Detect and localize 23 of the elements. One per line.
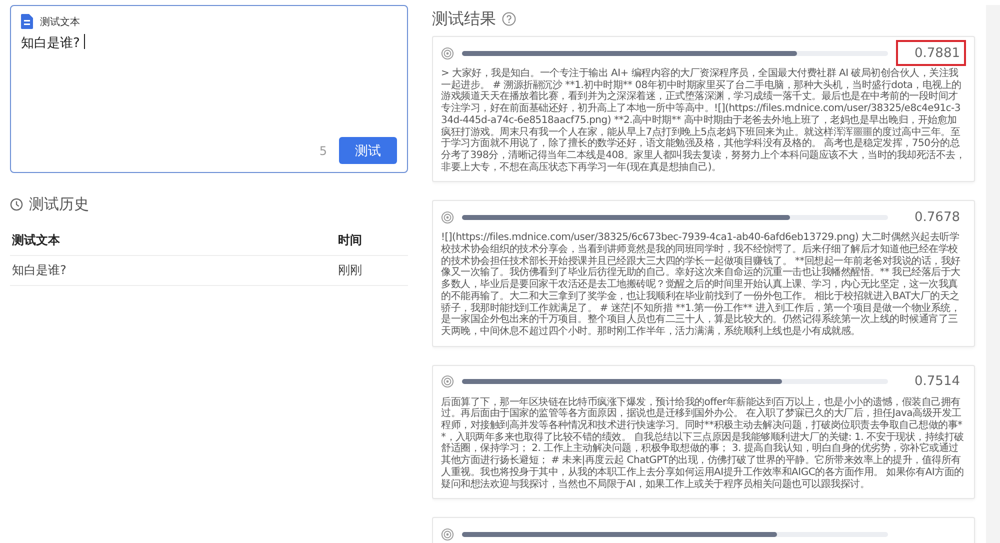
character-count: 5 — [319, 144, 327, 158]
history-title: 测试历史 — [29, 195, 89, 214]
result-text: > 大家好，我是知白。一个专注于输出 AI+ 编程内容的大厂资深程序员，全国最大付费社群 AI 破局初创合伙人，关注我一起进步。 # 溯源折翮沉沙 **1.初中时期** 08年初中时期家里买了台二手电脑，那种大头机，当时盛行dota，电视上的游戏频道天天在播放着比赛，看到并为之深深着迷，正式堕落深渊，学习成绩一落千丈。最后也是在中考前的一段时间才专注学习，好在前面基础还好，初升高上了本地一所中等高中。![](https://files.mdnice.com/user/38325/e8c4e91c-334d-445d-a74c-6e8518aacf75.png) **2.高中时期** 高中时期由于老爸去外地上班了，老妈也是早出晚归，开始愈加疯狂打游戏。周末只有我一个人在家，能从早上7点打到晚上5点老妈下班回来为止。就这样浑浑噩噩的度过高中三年。至于学习方面就不用说了，除了擅长的数学还好，语文能勉强及格，其他学科没有及格的。 高考也是稳定发挥，750分的总分考了398分，清晰记得当年二本线是408。家里人都叫我去复读，努努力上个本科问题应该不大，当时的我却死活不去，非要上大专，不想在高压状态下再学习一年(现在真是想抽自己)。 — [441, 68, 966, 174]
table-cell-text: 知白是谁? — [12, 262, 68, 279]
target-icon — [441, 210, 454, 224]
clock-icon — [10, 198, 23, 211]
score-value: 0.7678 — [914, 210, 960, 225]
result-text: 后面算了下，那一年区块链在比特币疯涨下爆发，预计给我的offer年薪能达到百万以上，也是小小的遗憾，假装自己拥有过。再后面由于国家的监管等各方面原因，据说也是迁移到国外办公。 在入职了梦寐已久的大厂后，担任Java高级开发工程师，对接触到高并发等各种情况和技术进行快速学习。同时**积极主动去解决问题，打破岗位职责去争取自己想做的事**，入职两年多来也取得了比较不错的绩效。 自我总结以下三点原因是我能够顺利进大厂的关键: 1. 不安于现状，持续打破舒适圈，保持学习； 2. 工作上主动解决问题，积极争取想做的事； 3. 提高自我认知，明白自身的优劣势，弥补它或通过其他方面进行扬长避短； # 未来|再度云起 ChatGPT的出现，仿佛打破了世界的平静。它所带来效率上的提升，值得所有人重视。我也将投身于其中，从我的本职工作上去分享如何运用AI提升工作效率和AIGC的各方面作用。 如果你有AI方面的疑问和想法欢迎与我探讨，当然也不局限于AI，如果工作上或关于程序员相关问题也可以跟我探讨。 — [441, 396, 965, 490]
result-text: ![](https://files.mdnice.com/user/38325/6c673bec-7939-4ca1-ab40-6afd6eb13729.png) 大二时偶然兴起去听学校技术协会组织的技术分享会，当看到讲师竟然是我的同班同学时，我不经惊愕了。后来仔细了解后才知道他已经在学校的技术协会担任技术部长开始授课并且已经跟大三大四的学长一起做项目赚钱了。 **回想起一年前老爸对我说的话，我好像又一次输了。我仿佛看到了毕业后彷徨无助的自己。幸好这次来自命运的沉重一击也让我幡然醒悟。** 我已经落后于大多数人，毕业后是要回家干农活还是去工地搬砖呢？觉醒之后的时间里开始认真上课、学习，内心无比坚定，这一次我真的不能再输了。大二和大三拿到了奖学金，也让我顺利在毕业前找到了一份外包工作。 相比于校招就进入BAT大厂的天之骄子，我那时能找到工作就满足了。 # 迷茫|不知所措 **1.第一份工作** 进入到工作后，第一个项目是做一个物业系统，是一家国企外包出来的千万项目。整个项目人员也有二三十人，算是比较大的。仍然记得系统第一次上线的时候通宵了三天两晚，中间休息不超过四个小时。那时刚工作半年，活力满满，系统顺利上线也是小有成就感。 — [441, 232, 962, 338]
column-header: 测试文本 — [12, 232, 61, 249]
document-icon — [21, 14, 33, 29]
table-cell-text: 刚刚 — [338, 262, 363, 279]
input-label: 测试文本 — [40, 16, 80, 28]
column-header: 时间 — [338, 232, 363, 249]
target-icon — [441, 375, 454, 388]
score-value: 0.7514 — [914, 374, 960, 390]
test-button[interactable]: 测试 — [339, 137, 397, 164]
results-title: 测试结果 — [432, 8, 496, 30]
text-input-field[interactable]: 知白是谁? — [21, 29, 397, 137]
target-icon — [441, 528, 454, 541]
help-icon[interactable] — [502, 12, 516, 26]
score-value: 0.7881 — [914, 46, 960, 60]
target-icon — [441, 46, 454, 60]
